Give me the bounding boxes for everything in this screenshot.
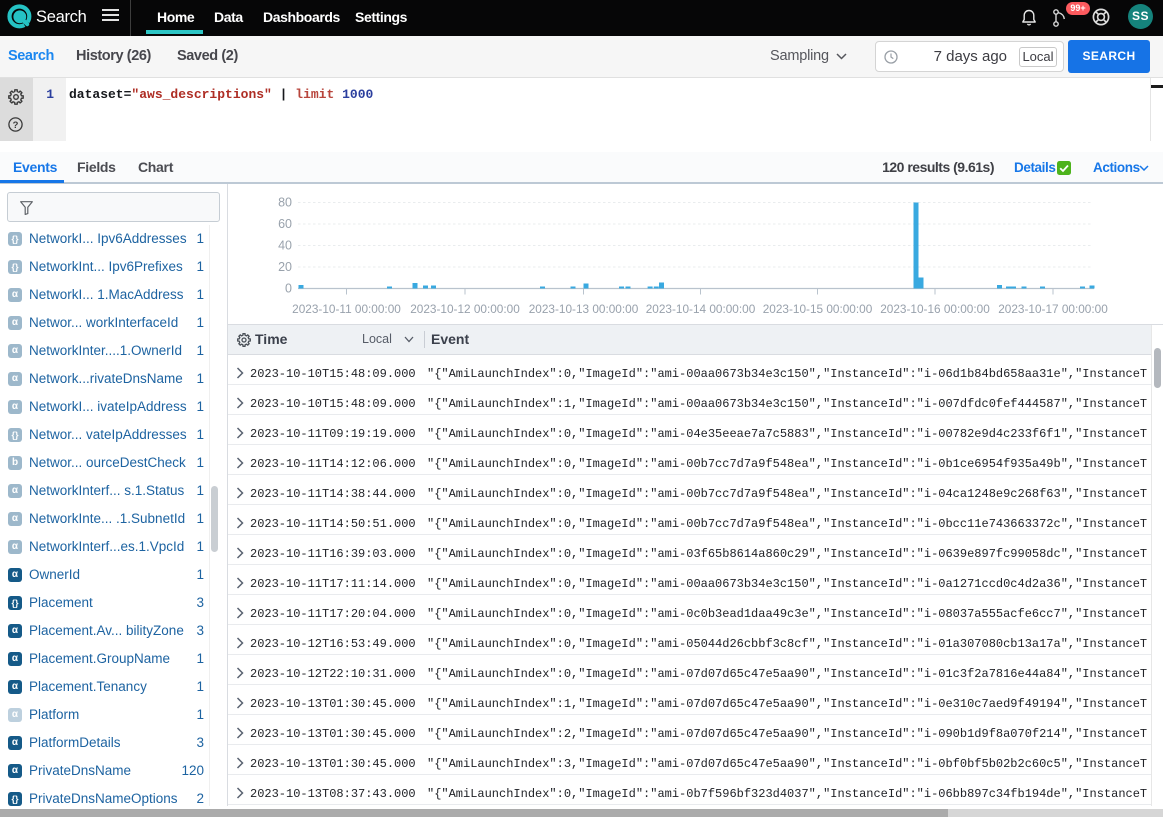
svg-text:80: 80 bbox=[278, 196, 292, 210]
svg-text:2023-10-17 00:00:00: 2023-10-17 00:00:00 bbox=[998, 302, 1108, 316]
svg-text:2023-10-12 00:00:00: 2023-10-12 00:00:00 bbox=[410, 302, 520, 316]
svg-text:40: 40 bbox=[278, 239, 292, 253]
svg-text:20: 20 bbox=[278, 260, 292, 274]
svg-text:2023-10-15 00:00:00: 2023-10-15 00:00:00 bbox=[763, 302, 873, 316]
svg-text:0: 0 bbox=[285, 282, 292, 296]
svg-text:2023-10-13 00:00:00: 2023-10-13 00:00:00 bbox=[529, 302, 639, 316]
svg-text:2023-10-11 00:00:00: 2023-10-11 00:00:00 bbox=[292, 302, 401, 316]
svg-text:60: 60 bbox=[278, 217, 292, 231]
svg-text:2023-10-16 00:00:00: 2023-10-16 00:00:00 bbox=[880, 302, 990, 316]
svg-text:2023-10-14 00:00:00: 2023-10-14 00:00:00 bbox=[646, 302, 756, 316]
svg-text:?: ? bbox=[13, 120, 19, 131]
